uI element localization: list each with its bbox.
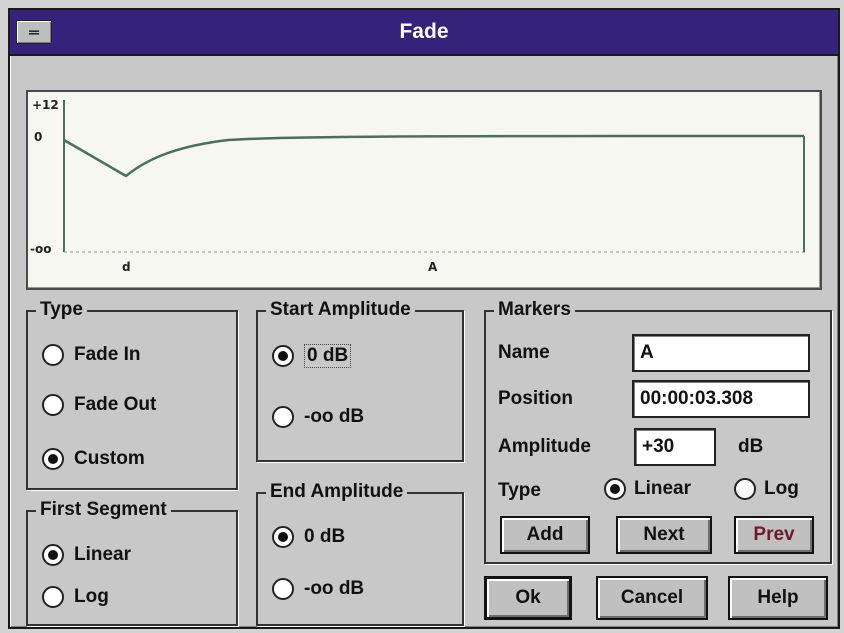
radio-start-0db[interactable]: 0 dB [272, 344, 352, 368]
first-segment-legend: First Segment [36, 498, 171, 522]
y-bottom-label: -oo [30, 242, 52, 256]
radio-fade-in[interactable]: Fade In [42, 344, 141, 366]
amplitude-unit-label: dB [738, 436, 764, 457]
fade-envelope-graph[interactable]: +12 0 -oo d A [26, 90, 822, 290]
radio-first-segment-log[interactable]: Log [42, 586, 109, 608]
help-button[interactable]: Help [728, 576, 828, 620]
radio-button-icon [272, 406, 294, 428]
cancel-button[interactable]: Cancel [596, 576, 708, 620]
add-marker-button[interactable]: Add [500, 516, 590, 554]
radio-label: Log [764, 478, 799, 499]
type-group-legend: Type [36, 298, 87, 322]
first-segment-group: First Segment Linear Log [26, 498, 238, 626]
window-title: Fade [399, 20, 449, 43]
radio-label: Log [74, 586, 109, 607]
name-label: Name [498, 342, 550, 363]
radio-label: Fade Out [74, 394, 157, 415]
prev-marker-button[interactable]: Prev [734, 516, 814, 554]
radio-button-icon [272, 578, 294, 600]
radio-selected-icon [272, 345, 294, 367]
radio-selected-icon [272, 526, 294, 548]
marker-label-d[interactable]: d [122, 260, 131, 274]
marker-type-label: Type [498, 480, 541, 501]
envelope-curve[interactable] [63, 134, 805, 178]
radio-end-minus-inf-db[interactable]: -oo dB [272, 578, 364, 600]
markers-group: Markers Name A Position 00:00:03.308 Amp… [484, 298, 832, 564]
radio-label: Linear [634, 478, 692, 499]
y-zero-label: 0 [34, 130, 43, 144]
marker-label-a[interactable]: A [428, 260, 437, 274]
radio-button-icon [42, 394, 64, 416]
amplitude-label: Amplitude [498, 436, 591, 457]
marker-amplitude-input[interactable]: +30 [634, 428, 716, 466]
radio-label: -oo dB [304, 578, 365, 599]
radio-custom[interactable]: Custom [42, 448, 145, 470]
start-amplitude-group: Start Amplitude 0 dB -oo dB [256, 298, 464, 462]
radio-selected-icon [604, 478, 626, 500]
fade-dialog: ═ Fade +12 0 -oo d A Type Fade In Fade O… [8, 8, 840, 629]
y-top-label: +12 [32, 98, 59, 112]
radio-start-minus-inf-db[interactable]: -oo dB [272, 406, 364, 428]
title-bar[interactable]: ═ Fade [10, 10, 838, 56]
radio-selected-icon [42, 448, 64, 470]
marker-name-input[interactable]: A [632, 334, 810, 372]
radio-end-0db[interactable]: 0 dB [272, 526, 345, 548]
radio-label: 0 dB [304, 526, 346, 547]
radio-label: -oo dB [304, 406, 365, 427]
radio-button-icon [734, 478, 756, 500]
type-group: Type Fade In Fade Out Custom [26, 298, 238, 490]
radio-label: Linear [74, 544, 132, 565]
markers-legend: Markers [494, 298, 575, 322]
next-marker-button[interactable]: Next [616, 516, 712, 554]
radio-fade-out[interactable]: Fade Out [42, 394, 156, 416]
radio-label: Fade In [74, 344, 141, 365]
radio-button-icon [42, 586, 64, 608]
radio-label: Custom [74, 448, 145, 469]
start-amplitude-legend: Start Amplitude [266, 298, 415, 322]
radio-button-icon [42, 344, 64, 366]
end-amplitude-legend: End Amplitude [266, 480, 408, 504]
radio-marker-linear[interactable]: Linear [604, 478, 691, 500]
envelope-plot [63, 100, 806, 253]
ok-button[interactable]: Ok [484, 576, 572, 620]
end-amplitude-group: End Amplitude 0 dB -oo dB [256, 480, 464, 626]
marker-position-input[interactable]: 00:00:03.308 [632, 380, 810, 418]
radio-label: 0 dB [304, 344, 352, 368]
radio-selected-icon [42, 544, 64, 566]
position-label: Position [498, 388, 573, 409]
radio-first-segment-linear[interactable]: Linear [42, 544, 131, 566]
radio-marker-log[interactable]: Log [734, 478, 799, 500]
